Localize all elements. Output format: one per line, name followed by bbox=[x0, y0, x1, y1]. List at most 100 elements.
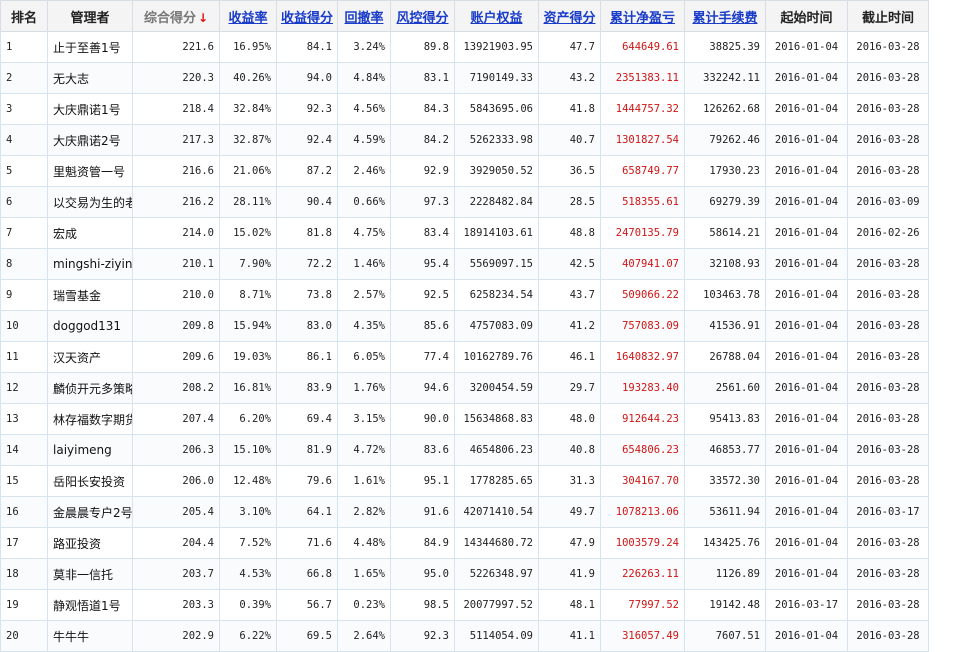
header-asset-score-sort[interactable]: 资产得分 bbox=[539, 1, 601, 32]
cell-return-rate: 6.22% bbox=[220, 621, 277, 652]
cell-net-profit: 757083.09 bbox=[601, 311, 685, 342]
cell-score: 209.8 bbox=[133, 311, 220, 342]
cell-return-score: 94.0 bbox=[277, 63, 338, 94]
cell-return-score: 86.1 bbox=[277, 342, 338, 373]
cell-asset-score: 31.3 bbox=[539, 466, 601, 497]
cell-drawdown: 2.57% bbox=[338, 280, 391, 311]
cell-return-score: 73.8 bbox=[277, 280, 338, 311]
cell-start-time: 2016-01-04 bbox=[766, 528, 848, 559]
cell-start-time: 2016-01-04 bbox=[766, 156, 848, 187]
cell-asset-score: 48.1 bbox=[539, 590, 601, 621]
header-fees-sort[interactable]: 累计手续费 bbox=[685, 1, 766, 32]
cell-score: 204.4 bbox=[133, 528, 220, 559]
cell-return-score: 81.8 bbox=[277, 218, 338, 249]
cell-start-time: 2016-01-04 bbox=[766, 559, 848, 590]
cell-net-profit: 1078213.06 bbox=[601, 497, 685, 528]
cell-fees: 38825.39 bbox=[685, 32, 766, 63]
table-row: 14laiyimeng206.315.10%81.94.72%83.646548… bbox=[1, 435, 957, 466]
cell-return-score: 72.2 bbox=[277, 249, 338, 280]
header-equity-sort[interactable]: 账户权益 bbox=[455, 1, 539, 32]
header-return-score-sort[interactable]: 收益得分 bbox=[277, 1, 338, 32]
cell-drawdown: 4.56% bbox=[338, 94, 391, 125]
header-score-sort[interactable]: 综合得分↓ bbox=[133, 1, 220, 32]
table-row: 12麟侦开元多策略208.216.81%83.91.76%94.63200454… bbox=[1, 373, 957, 404]
cell-equity: 4757083.09 bbox=[455, 311, 539, 342]
cell-equity: 42071410.54 bbox=[455, 497, 539, 528]
cell-end-time: 2016-03-28 bbox=[848, 466, 929, 497]
cell-net-profit: 658749.77 bbox=[601, 156, 685, 187]
cell-asset-score: 41.9 bbox=[539, 559, 601, 590]
cell-drawdown: 1.46% bbox=[338, 249, 391, 280]
cell-risk-score: 95.0 bbox=[391, 559, 455, 590]
cell-manager: 静观悟道1号 bbox=[48, 590, 133, 621]
table-row: 17路亚投资204.47.52%71.64.48%84.914344680.72… bbox=[1, 528, 957, 559]
cell-net-profit: 518355.61 bbox=[601, 187, 685, 218]
cell-end-time: 2016-03-28 bbox=[848, 94, 929, 125]
cell-score: 209.6 bbox=[133, 342, 220, 373]
cell-score: 207.4 bbox=[133, 404, 220, 435]
cell-equity: 6258234.54 bbox=[455, 280, 539, 311]
cell-drawdown: 3.15% bbox=[338, 404, 391, 435]
cell-end-time: 2016-02-26 bbox=[848, 218, 929, 249]
cell-score: 220.3 bbox=[133, 63, 220, 94]
cell-asset-score: 28.5 bbox=[539, 187, 601, 218]
cell-end-time: 2016-03-28 bbox=[848, 435, 929, 466]
cell-return-score: 83.0 bbox=[277, 311, 338, 342]
cell-score: 203.3 bbox=[133, 590, 220, 621]
cell-rank: 14 bbox=[1, 435, 48, 466]
cell-asset-score: 40.8 bbox=[539, 435, 601, 466]
cell-fees: 103463.78 bbox=[685, 280, 766, 311]
cell-start-time: 2016-01-04 bbox=[766, 94, 848, 125]
cell-manager: 大庆鼎诺1号 bbox=[48, 94, 133, 125]
cell-fees: 33572.30 bbox=[685, 466, 766, 497]
cell-manager: 莫非一信托 bbox=[48, 559, 133, 590]
cell-end-time: 2016-03-28 bbox=[848, 32, 929, 63]
cell-fees: 69279.39 bbox=[685, 187, 766, 218]
cell-rank: 20 bbox=[1, 621, 48, 652]
ranking-table: 排名 管理者 综合得分↓ 收益率 收益得分 回撤率 风控得分 账户权益 资产得分… bbox=[0, 0, 957, 652]
table-row: 7宏成214.015.02%81.84.75%83.418914103.6148… bbox=[1, 218, 957, 249]
cell-return-rate: 7.90% bbox=[220, 249, 277, 280]
header-risk-score-sort[interactable]: 风控得分 bbox=[391, 1, 455, 32]
header-return-rate-sort[interactable]: 收益率 bbox=[220, 1, 277, 32]
cell-return-score: 90.4 bbox=[277, 187, 338, 218]
cell-drawdown: 4.75% bbox=[338, 218, 391, 249]
cell-fees: 41536.91 bbox=[685, 311, 766, 342]
cell-start-time: 2016-01-04 bbox=[766, 32, 848, 63]
cell-asset-score: 43.2 bbox=[539, 63, 601, 94]
cell-return-rate: 32.84% bbox=[220, 94, 277, 125]
table-row: 18莫非一信托203.74.53%66.81.65%95.05226348.97… bbox=[1, 559, 957, 590]
cell-equity: 13921903.95 bbox=[455, 32, 539, 63]
cell-return-rate: 4.53% bbox=[220, 559, 277, 590]
header-rank: 排名 bbox=[1, 1, 48, 32]
cell-equity: 2228482.84 bbox=[455, 187, 539, 218]
sort-desc-arrow-icon: ↓ bbox=[198, 11, 208, 25]
cell-end-time: 2016-03-09 bbox=[848, 187, 929, 218]
cell-risk-score: 85.6 bbox=[391, 311, 455, 342]
cell-fees: 53611.94 bbox=[685, 497, 766, 528]
cell-fees: 19142.48 bbox=[685, 590, 766, 621]
header-drawdown-sort[interactable]: 回撤率 bbox=[338, 1, 391, 32]
cell-end-time: 2016-03-28 bbox=[848, 156, 929, 187]
cell-asset-score: 40.7 bbox=[539, 125, 601, 156]
cell-drawdown: 3.24% bbox=[338, 32, 391, 63]
cell-risk-score: 83.6 bbox=[391, 435, 455, 466]
cell-drawdown: 6.05% bbox=[338, 342, 391, 373]
header-net-profit-sort[interactable]: 累计净盈亏 bbox=[601, 1, 685, 32]
cell-manager: 岳阳长安投资 bbox=[48, 466, 133, 497]
cell-risk-score: 92.9 bbox=[391, 156, 455, 187]
cell-manager: mingshi-ziying bbox=[48, 249, 133, 280]
header-end-time: 截止时间 bbox=[848, 1, 929, 32]
table-row: 9瑞雪基金210.08.71%73.82.57%92.56258234.5443… bbox=[1, 280, 957, 311]
cell-manager: doggod131 bbox=[48, 311, 133, 342]
cell-fees: 26788.04 bbox=[685, 342, 766, 373]
cell-end-time: 2016-03-17 bbox=[848, 497, 929, 528]
cell-start-time: 2016-01-04 bbox=[766, 280, 848, 311]
cell-fees: 17930.23 bbox=[685, 156, 766, 187]
cell-start-time: 2016-01-04 bbox=[766, 404, 848, 435]
cell-asset-score: 29.7 bbox=[539, 373, 601, 404]
cell-fees: 143425.76 bbox=[685, 528, 766, 559]
cell-asset-score: 41.1 bbox=[539, 621, 601, 652]
cell-start-time: 2016-01-04 bbox=[766, 373, 848, 404]
cell-net-profit: 77997.52 bbox=[601, 590, 685, 621]
